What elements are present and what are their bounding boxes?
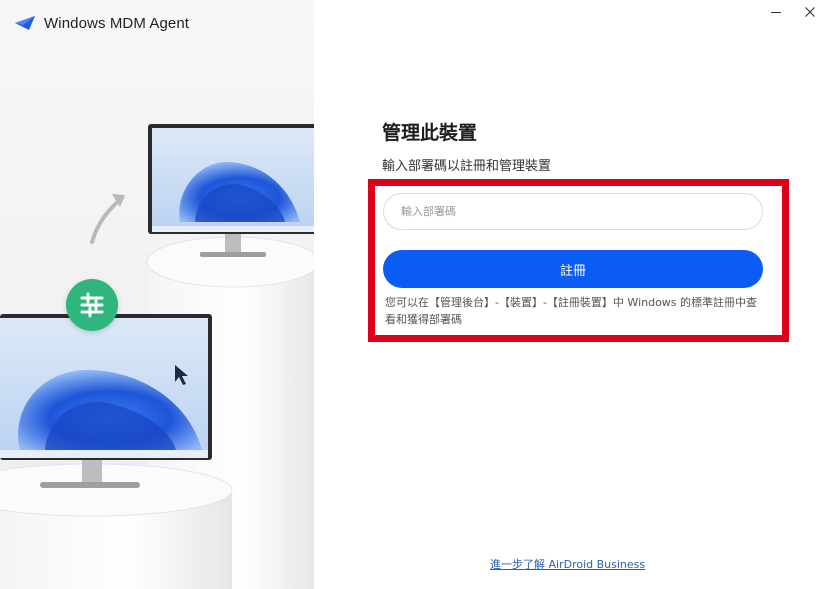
learn-more-link[interactable]: 進一步了解 AirDroid Business xyxy=(490,556,645,572)
register-button[interactable]: 註冊 xyxy=(383,250,763,288)
paper-plane-logo-icon xyxy=(15,16,35,30)
app-header: Windows MDM Agent xyxy=(14,12,189,34)
deployment-code-input[interactable] xyxy=(383,193,763,230)
illustration-panel: Windows MDM Agent xyxy=(0,0,314,589)
settings-sliders-icon xyxy=(66,279,118,331)
deployment-code-hint: 您可以在【管理後台】-【裝置】-【註冊裝置】中 Windows 的標準註冊中查看… xyxy=(385,296,758,326)
close-icon[interactable] xyxy=(800,2,820,22)
window-controls xyxy=(766,2,820,22)
page-subtitle: 輸入部署碼以註冊和管理裝置 xyxy=(382,159,552,174)
app-title: Windows MDM Agent xyxy=(44,14,190,32)
minimize-icon[interactable] xyxy=(766,2,786,22)
page-title: 管理此裝置 xyxy=(382,122,478,144)
enroll-section: 管理此裝置 輸入部署碼以註冊和管理裝置 xyxy=(382,118,782,174)
devices-illustration xyxy=(0,124,314,589)
